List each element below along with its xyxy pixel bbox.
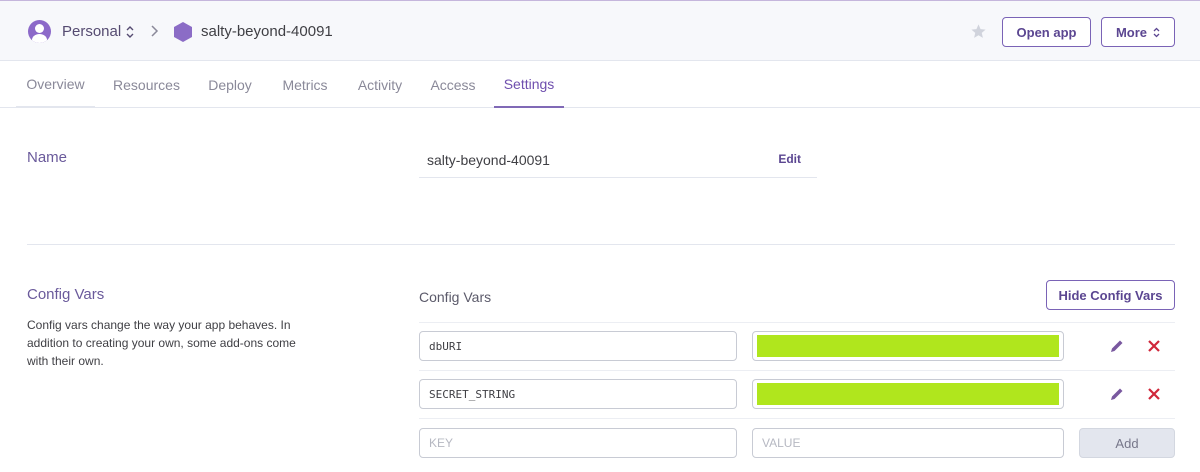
config-var-key: dbURI xyxy=(429,339,463,353)
new-key-placeholder: KEY xyxy=(429,436,454,450)
tab-overview[interactable]: Overview xyxy=(16,61,95,108)
config-var-value-field[interactable] xyxy=(752,331,1064,361)
config-vars-section-title: Config Vars xyxy=(27,286,105,303)
add-config-var-button[interactable]: Add xyxy=(1079,428,1175,458)
new-key-input[interactable]: KEY xyxy=(419,428,737,458)
row-divider xyxy=(419,322,1175,323)
tab-activity[interactable]: Activity xyxy=(347,61,413,108)
row-divider xyxy=(419,418,1175,419)
section-divider xyxy=(27,244,1175,245)
redacted-value xyxy=(757,383,1059,405)
edit-name-button[interactable]: Edit xyxy=(778,152,801,166)
app-name-value: salty-beyond-40091 xyxy=(427,152,550,168)
app-name-field: salty-beyond-40091 Edit xyxy=(419,140,817,178)
tab-access[interactable]: Access xyxy=(422,61,484,108)
tab-settings[interactable]: Settings xyxy=(494,61,564,108)
config-var-key: SECRET_STRING xyxy=(429,387,516,401)
more-label: More xyxy=(1115,24,1148,40)
open-app-button[interactable]: Open app xyxy=(1002,17,1091,47)
tab-resources[interactable]: Resources xyxy=(105,61,188,108)
hide-config-vars-button[interactable]: Hide Config Vars xyxy=(1046,280,1175,310)
config-vars-subtitle: Config Vars xyxy=(419,289,492,305)
open-app-label: Open app xyxy=(1016,24,1077,40)
app-tabs: Overview Resources Deploy Metrics Activi… xyxy=(0,61,1200,108)
config-var-value-field[interactable] xyxy=(752,379,1064,409)
name-section-title: Name xyxy=(27,149,68,166)
add-label: Add xyxy=(1115,435,1139,451)
account-switcher[interactable]: Personal xyxy=(62,23,121,40)
chevron-right-icon xyxy=(151,25,159,37)
delete-x-icon[interactable] xyxy=(1146,386,1162,402)
config-vars-description: Config vars change the way your app beha… xyxy=(27,318,296,368)
chevron-up-down-icon[interactable] xyxy=(126,25,134,39)
config-var-key-field[interactable]: dbURI xyxy=(419,331,737,361)
app-header: Personal salty-beyond-40091 Open app Mor… xyxy=(0,0,1200,61)
tab-deploy[interactable]: Deploy xyxy=(197,61,263,108)
favorite-star-icon[interactable] xyxy=(970,23,987,40)
row-divider xyxy=(419,370,1175,371)
chevron-up-down-icon xyxy=(1153,27,1160,37)
app-name-breadcrumb[interactable]: salty-beyond-40091 xyxy=(201,23,333,40)
tab-metrics[interactable]: Metrics xyxy=(272,61,338,108)
edit-pencil-icon[interactable] xyxy=(1109,338,1125,354)
edit-pencil-icon[interactable] xyxy=(1109,386,1125,402)
new-value-placeholder: VALUE xyxy=(762,436,801,450)
new-value-input[interactable]: VALUE xyxy=(752,428,1064,458)
hide-config-vars-label: Hide Config Vars xyxy=(1058,287,1163,303)
delete-x-icon[interactable] xyxy=(1146,338,1162,354)
more-button[interactable]: More xyxy=(1101,17,1175,47)
app-hexagon-icon xyxy=(174,22,192,42)
user-avatar-icon[interactable] xyxy=(28,20,51,43)
redacted-value xyxy=(757,335,1059,357)
config-var-key-field[interactable]: SECRET_STRING xyxy=(419,379,737,409)
